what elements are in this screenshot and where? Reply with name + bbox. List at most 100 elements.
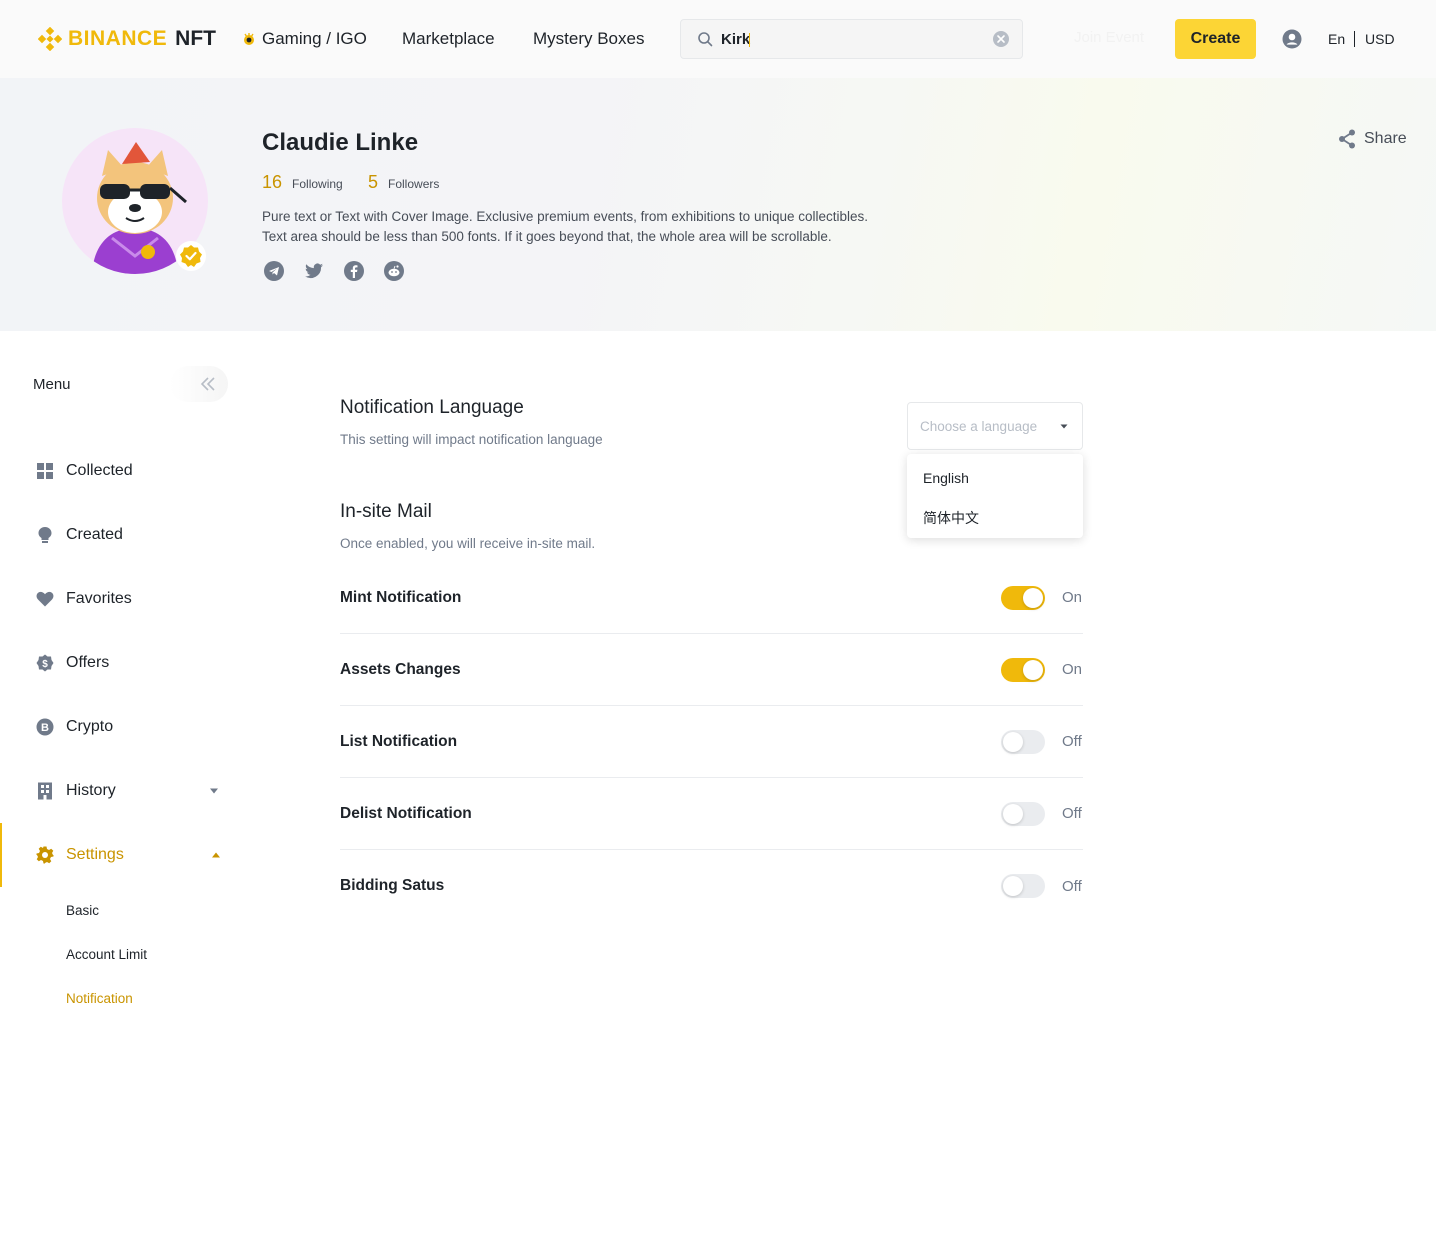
following-label: Following bbox=[292, 177, 343, 191]
assets-changes-toggle[interactable] bbox=[1001, 657, 1045, 682]
toggle-label: Mint Notification bbox=[340, 588, 462, 606]
binance-logo-icon bbox=[38, 27, 62, 51]
svg-text:B: B bbox=[41, 722, 49, 734]
svg-text:$: $ bbox=[42, 659, 48, 670]
toggle-knob bbox=[1003, 731, 1023, 752]
sidebar-subitem-basic[interactable]: Basic bbox=[66, 903, 99, 918]
sidebar-item-crypto[interactable]: B Crypto bbox=[0, 695, 240, 759]
search-input[interactable] bbox=[721, 30, 992, 48]
nav-mystery-boxes[interactable]: Mystery Boxes bbox=[533, 29, 644, 49]
collapse-menu-button[interactable] bbox=[170, 366, 228, 402]
nav-marketplace[interactable]: Marketplace bbox=[402, 29, 495, 49]
user-account-icon[interactable] bbox=[1282, 29, 1302, 49]
grid-icon bbox=[36, 462, 54, 480]
top-header: BINANCE NFT Gaming / IGO Marketplace Mys… bbox=[0, 0, 1436, 78]
clear-search-icon[interactable] bbox=[992, 30, 1010, 48]
nav-gaming-igo[interactable]: Gaming / IGO bbox=[242, 29, 367, 49]
toggle-state: Off bbox=[1062, 805, 1082, 822]
bio-line-1: Pure text or Text with Cover Image. Excl… bbox=[262, 209, 869, 224]
gear-icon bbox=[36, 846, 54, 864]
sidebar-item-created[interactable]: Created bbox=[0, 503, 240, 567]
telegram-icon[interactable] bbox=[264, 261, 284, 281]
sidebar-item-history[interactable]: History bbox=[0, 759, 240, 823]
search-box[interactable] bbox=[680, 19, 1023, 59]
text-cursor bbox=[749, 33, 750, 47]
share-label: Share bbox=[1364, 130, 1407, 147]
caret-down-icon bbox=[1060, 424, 1068, 429]
bitcoin-icon: B bbox=[36, 718, 54, 736]
sidebar-item-label: Offers bbox=[66, 654, 110, 671]
following-count: 16 bbox=[262, 172, 283, 192]
language-option-chinese[interactable]: 简体中文 bbox=[907, 498, 1083, 538]
in-site-mail-title: In-site Mail bbox=[340, 501, 432, 522]
currency-switch[interactable]: USD bbox=[1365, 31, 1395, 47]
notification-language-title: Notification Language bbox=[340, 397, 524, 418]
followers-count: 5 bbox=[368, 172, 379, 192]
sidebar-subitem-account-limit[interactable]: Account Limit bbox=[66, 947, 147, 962]
toggle-knob bbox=[1023, 659, 1043, 680]
language-select[interactable]: Choose a language bbox=[907, 402, 1083, 450]
sidebar-item-label: Collected bbox=[66, 462, 133, 479]
menu-title: Menu bbox=[33, 376, 71, 393]
double-chevron-left-icon bbox=[200, 377, 215, 391]
sidebar-item-offers[interactable]: $ Offers bbox=[0, 631, 240, 695]
ghost-header-button[interactable]: Join Event bbox=[1074, 29, 1144, 46]
heart-icon bbox=[36, 590, 54, 608]
caret-down-icon bbox=[210, 788, 218, 794]
toggle-knob bbox=[1023, 587, 1043, 608]
dollar-badge-icon: $ bbox=[36, 654, 54, 672]
sidebar-item-label: Favorites bbox=[66, 590, 132, 607]
verified-badge bbox=[176, 241, 206, 271]
sidebar-item-label: Created bbox=[66, 526, 123, 543]
binance-nft-logo[interactable]: BINANCE NFT bbox=[38, 27, 216, 51]
sidebar-item-settings[interactable]: Settings bbox=[0, 823, 240, 887]
mint-notification-toggle[interactable] bbox=[1001, 585, 1045, 610]
following-stat[interactable]: 16 Following bbox=[262, 172, 343, 193]
profile-banner bbox=[0, 78, 1436, 331]
delist-notification-toggle[interactable] bbox=[1001, 801, 1045, 826]
toggle-row-assets: Assets Changes On bbox=[340, 634, 1083, 706]
search-icon bbox=[698, 32, 713, 47]
in-site-mail-description: Once enabled, you will receive in-site m… bbox=[340, 536, 596, 551]
language-select-placeholder: Choose a language bbox=[920, 418, 1038, 434]
followers-stat[interactable]: 5 Followers bbox=[368, 172, 439, 193]
toggle-row-list: List Notification Off bbox=[340, 706, 1083, 778]
toggle-label: Delist Notification bbox=[340, 804, 472, 822]
header-divider bbox=[1354, 31, 1355, 47]
sidebar-subitem-notification[interactable]: Notification bbox=[66, 991, 133, 1006]
language-option-english[interactable]: English bbox=[907, 458, 1083, 498]
toggle-state: On bbox=[1062, 661, 1083, 678]
nav-gaming-label: Gaming / IGO bbox=[262, 29, 367, 48]
facebook-icon[interactable] bbox=[344, 261, 364, 281]
toggle-label: Bidding Satus bbox=[340, 877, 445, 894]
sidebar-item-label: Crypto bbox=[66, 718, 114, 735]
toggle-label: List Notification bbox=[340, 732, 458, 750]
sidebar-item-favorites[interactable]: Favorites bbox=[0, 567, 240, 631]
toggle-row-delist: Delist Notification Off bbox=[340, 778, 1083, 850]
bidding-status-toggle[interactable] bbox=[1001, 874, 1045, 898]
share-icon bbox=[1339, 129, 1355, 149]
logo-text: BINANCE bbox=[68, 27, 168, 50]
toggle-knob bbox=[1003, 803, 1023, 824]
toggle-label: Assets Changes bbox=[340, 660, 461, 678]
create-button[interactable]: Create bbox=[1175, 19, 1256, 59]
building-icon bbox=[36, 782, 54, 800]
bio-line-2: Text area should be less than 500 fonts.… bbox=[262, 229, 832, 244]
language-switch[interactable]: En bbox=[1328, 31, 1345, 47]
profile-name: Claudie Linke bbox=[262, 129, 419, 156]
verified-check-icon bbox=[180, 245, 202, 267]
twitter-icon[interactable] bbox=[304, 261, 324, 281]
sidebar-item-collected[interactable]: Collected bbox=[0, 439, 240, 503]
caret-up-icon bbox=[212, 852, 220, 858]
toggle-knob bbox=[1003, 876, 1023, 896]
sidebar-item-label: History bbox=[66, 782, 116, 799]
reddit-icon[interactable] bbox=[384, 261, 404, 281]
toggle-row-mint: Mint Notification On bbox=[340, 562, 1083, 634]
toggle-state: Off bbox=[1062, 877, 1082, 895]
share-button[interactable]: Share bbox=[1338, 129, 1407, 149]
toggle-row-bidding: Bidding Satus Off bbox=[340, 850, 1083, 922]
list-notification-toggle[interactable] bbox=[1001, 729, 1045, 754]
lightbulb-icon bbox=[36, 526, 54, 544]
social-links bbox=[264, 261, 404, 281]
sidebar-item-label: Settings bbox=[66, 846, 124, 863]
